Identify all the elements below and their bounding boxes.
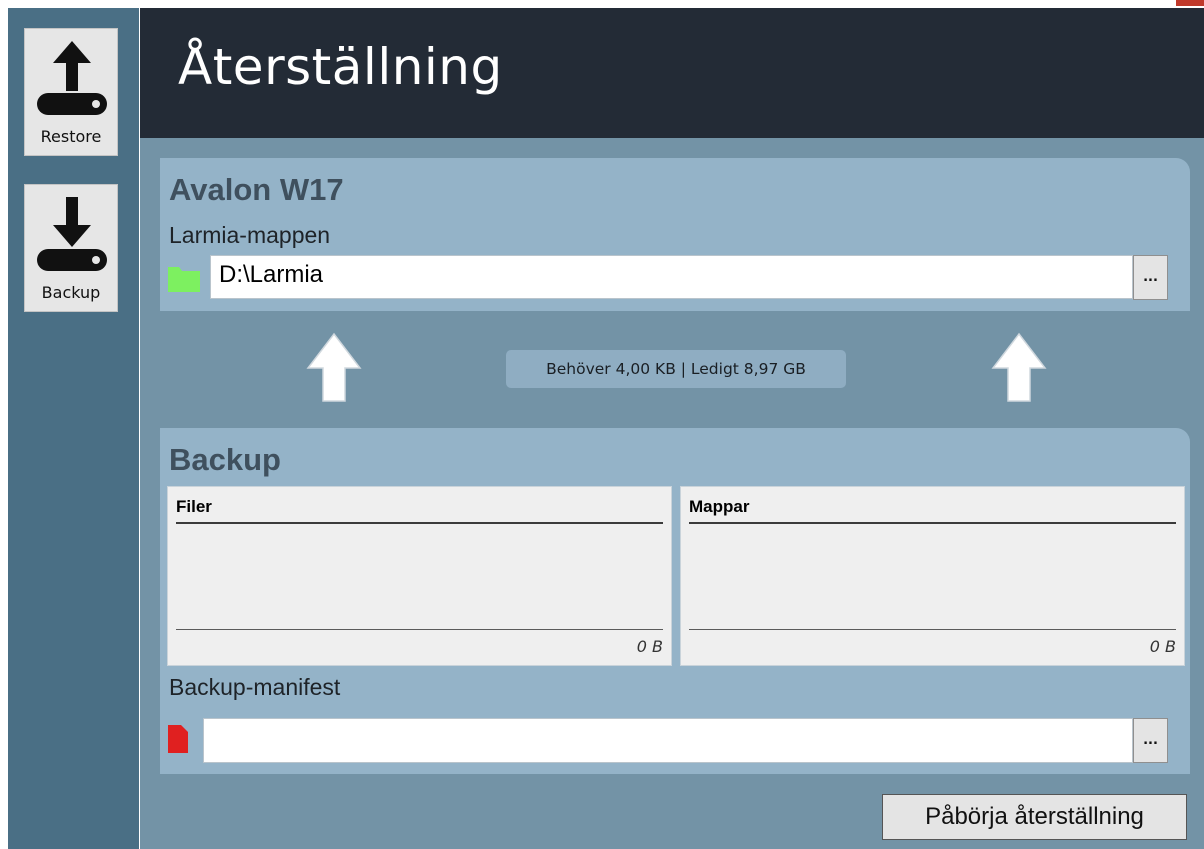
main-content: Avalon W17 Larmia-mappen D:\Larmia ... B…	[140, 138, 1204, 849]
manifest-input[interactable]	[203, 718, 1133, 763]
target-panel: Avalon W17 Larmia-mappen D:\Larmia ...	[160, 158, 1190, 311]
files-list[interactable]: Filer 0 B	[167, 486, 672, 666]
files-footer-divider	[176, 629, 663, 630]
manifest-label: Backup-manifest	[169, 674, 341, 700]
folders-size: 0 B	[1149, 637, 1176, 656]
restore-nav-label: Restore	[40, 127, 102, 146]
backup-panel: Backup Filer 0 B Mappar 0 B Backup-manif…	[160, 428, 1190, 774]
target-title: Avalon W17	[169, 172, 344, 207]
larmia-folder-input[interactable]: D:\Larmia	[210, 255, 1133, 299]
folder-label: Larmia-mappen	[169, 222, 331, 248]
browse-manifest-button[interactable]: ...	[1133, 718, 1168, 763]
backup-title: Backup	[169, 442, 281, 477]
files-column-header: Filer	[176, 497, 212, 516]
window-close-corner[interactable]	[1176, 0, 1204, 6]
files-size: 0 B	[636, 637, 663, 656]
restore-nav-button[interactable]: Restore	[24, 28, 118, 156]
files-header-divider	[176, 522, 663, 524]
folders-footer-divider	[689, 629, 1176, 630]
folders-column-header: Mappar	[689, 497, 750, 516]
space-info-badge: Behöver 4,00 KB | Ledigt 8,97 GB	[506, 350, 846, 388]
download-drive-icon	[37, 197, 107, 271]
folders-header-divider	[689, 522, 1176, 524]
folder-icon	[168, 267, 200, 292]
start-restore-button[interactable]: Påbörja återställning	[882, 794, 1187, 840]
window-top-strip	[0, 0, 1204, 8]
left-up-arrow-icon	[306, 332, 362, 402]
page-header: Återställning	[140, 8, 1204, 138]
backup-nav-label: Backup	[41, 283, 101, 302]
upload-drive-icon	[37, 41, 107, 115]
browse-folder-button[interactable]: ...	[1133, 255, 1168, 300]
backup-nav-button[interactable]: Backup	[24, 184, 118, 312]
folders-list[interactable]: Mappar 0 B	[680, 486, 1185, 666]
right-up-arrow-icon	[991, 332, 1047, 402]
sidebar: Restore Backup	[8, 8, 139, 849]
page-title: Återställning	[178, 38, 503, 96]
file-icon	[168, 725, 188, 753]
